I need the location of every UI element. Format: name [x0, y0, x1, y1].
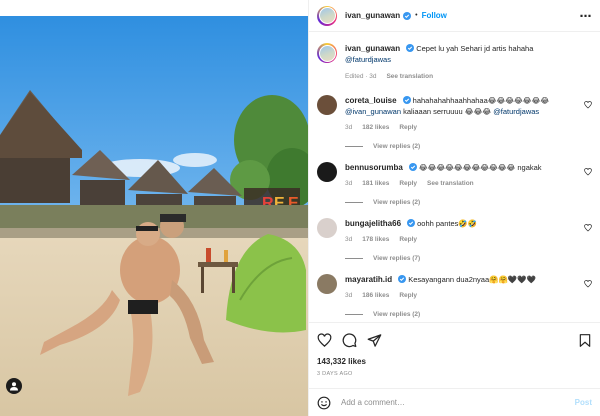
commenter-username[interactable]: bungajelitha66 — [345, 219, 401, 228]
beach-photo-illustration: R E E — [0, 16, 308, 416]
smiley-icon[interactable] — [317, 396, 331, 410]
post-comment-button[interactable]: Post — [575, 398, 592, 407]
heart-icon[interactable] — [584, 224, 592, 232]
comment-text: hahahahahhaahhahaa😂😂😂😂😂😂😂 — [412, 96, 550, 105]
comment-input[interactable] — [341, 398, 575, 407]
separator-dot: • — [415, 12, 418, 19]
comment-time: 3d — [345, 180, 353, 187]
commenter-avatar[interactable] — [317, 162, 337, 182]
comment-time: 3d — [345, 124, 353, 131]
comment-text: kaliaaan serruuuu 😂😂😂 — [403, 107, 492, 116]
commenter-avatar[interactable] — [317, 218, 337, 238]
comment-likes[interactable]: 186 likes — [362, 290, 389, 301]
view-replies-button[interactable]: View replies (2) — [345, 199, 592, 206]
likes-count[interactable]: 143,332 likes — [317, 357, 592, 366]
view-replies-button[interactable]: View replies (2) — [345, 311, 592, 318]
comment-item: coreta_louise hahahahahhaahhahaa😂😂😂😂😂😂😂 … — [317, 95, 592, 133]
bookmark-icon[interactable] — [578, 333, 592, 348]
post-header: ivan_gunawan • Follow ⋯ — [309, 0, 600, 32]
comment-icon[interactable] — [342, 332, 357, 348]
post-caption: ivan_gunawan Cepet lu yah Sehari jd arti… — [317, 43, 592, 82]
comment-likes[interactable]: 181 likes — [362, 178, 389, 189]
comment-time: 3d — [345, 236, 353, 243]
comment-item: mayaratih.id Kesayangann dua2nyaa🤗🤗🖤🖤🖤 3… — [317, 274, 592, 301]
see-translation-link[interactable]: See translation — [386, 71, 433, 82]
comment-mention[interactable]: @ivan_gunawan — [345, 107, 401, 116]
send-icon[interactable] — [367, 333, 382, 348]
reply-button[interactable]: Reply — [399, 178, 417, 189]
comment-text: 😂😂😂😂😂😂😂😂😂😂😂 ngakak — [418, 163, 542, 172]
caption-text: Cepet lu yah Sehari jd artis hahaha — [416, 44, 534, 53]
comment-text: Kesayangann dua2nyaa🤗🤗🖤🖤🖤 — [408, 275, 536, 284]
comments-list[interactable]: ivan_gunawan Cepet lu yah Sehari jd arti… — [309, 33, 600, 321]
verified-badge-icon — [406, 44, 415, 52]
verified-badge-icon — [408, 163, 417, 171]
view-replies-button[interactable]: View replies (7) — [345, 255, 592, 262]
heart-icon[interactable] — [317, 332, 332, 348]
instagram-post-modal: R E E ivan_gunawan • Follow ⋯ ivan_gunaw… — [0, 0, 600, 416]
verified-badge-icon — [402, 96, 411, 104]
view-replies-label: View replies (2) — [373, 199, 421, 206]
author-avatar[interactable] — [317, 43, 337, 63]
comment-likes[interactable]: 182 likes — [362, 122, 389, 133]
caption-username[interactable]: ivan_gunawan — [345, 44, 400, 53]
reply-button[interactable]: Reply — [399, 290, 417, 301]
caption-mention[interactable]: @faturdjawas — [345, 55, 391, 64]
author-username[interactable]: ivan_gunawan — [345, 11, 400, 20]
post-photo[interactable]: R E E — [0, 0, 308, 416]
see-translation-link[interactable]: See translation — [427, 178, 474, 189]
comment-text: oohh pantes🤣🤣 — [417, 219, 478, 228]
view-replies-button[interactable]: View replies (2) — [345, 143, 592, 150]
comment-item: bungajelitha66 oohh pantes🤣🤣 3d 178 like… — [317, 218, 592, 245]
comment-composer: Post — [309, 388, 600, 416]
view-replies-label: View replies (2) — [373, 143, 421, 150]
comment-item: bennusorumba 😂😂😂😂😂😂😂😂😂😂😂 ngakak 3d 181 l… — [317, 162, 592, 189]
verified-badge-icon — [403, 11, 412, 20]
heart-icon[interactable] — [584, 168, 592, 176]
comment-likes[interactable]: 178 likes — [362, 234, 389, 245]
tagged-users-button[interactable] — [6, 378, 22, 394]
author-avatar[interactable] — [317, 5, 337, 26]
commenter-avatar[interactable] — [317, 95, 337, 115]
verified-badge-icon — [407, 219, 416, 227]
comment-mention[interactable]: @faturdjawas — [493, 107, 539, 116]
commenter-avatar[interactable] — [317, 274, 337, 294]
comment-time: 3d — [345, 292, 353, 299]
heart-icon[interactable] — [584, 101, 592, 109]
commenter-username[interactable]: mayaratih.id — [345, 275, 392, 284]
commenter-username[interactable]: bennusorumba — [345, 163, 403, 172]
reply-button[interactable]: Reply — [399, 234, 417, 245]
view-replies-label: View replies (7) — [373, 255, 421, 262]
post-date: 3 DAYS AGO — [317, 371, 353, 377]
follow-button[interactable]: Follow — [422, 11, 447, 20]
post-actions: 143,332 likes 3 DAYS AGO — [309, 322, 600, 377]
verified-badge-icon — [398, 275, 407, 283]
post-sidebar: ivan_gunawan • Follow ⋯ ivan_gunawan Cep… — [308, 0, 600, 416]
reply-button[interactable]: Reply — [399, 122, 417, 133]
user-tag-icon — [10, 382, 18, 391]
heart-icon[interactable] — [584, 280, 592, 288]
caption-edited: Edited · 3d — [345, 73, 377, 80]
view-replies-label: View replies (2) — [373, 311, 421, 318]
more-options-icon[interactable]: ⋯ — [580, 10, 593, 22]
commenter-username[interactable]: coreta_louise — [345, 96, 397, 105]
